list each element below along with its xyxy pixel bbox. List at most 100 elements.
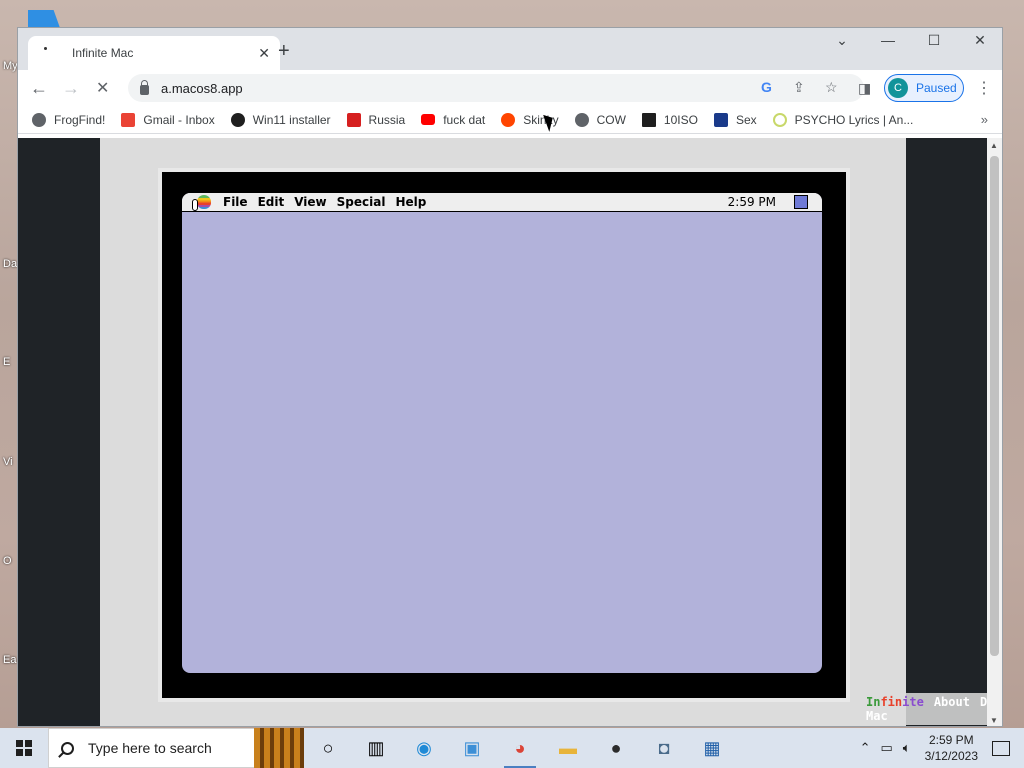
new-tab-button[interactable]: + — [278, 40, 290, 63]
tab-search-dropdown-icon[interactable]: ⌄ — [819, 32, 865, 49]
taskbar-clock[interactable]: 2:59 PM 3/12/2023 — [925, 732, 978, 764]
scrollbar-thumb[interactable] — [990, 156, 999, 656]
bookmark-psycho-lyrics[interactable]: PSYCHO Lyrics | An... — [772, 112, 914, 127]
bookmark-star-icon[interactable]: ☆ — [825, 79, 838, 96]
bookmark-label: 10ISO — [663, 112, 698, 127]
desktop-icon-label[interactable]: Vi — [3, 456, 13, 468]
desktop-folder-icon[interactable] — [28, 10, 60, 28]
start-button[interactable] — [0, 728, 48, 768]
building-icon — [641, 112, 656, 127]
search-icon — [61, 741, 74, 755]
photos-icon[interactable]: ▣ — [448, 728, 496, 768]
mac-menu-file[interactable]: File — [223, 195, 248, 209]
emulator-page: File Edit View Special Help 2:59 PM Infi… — [100, 138, 1002, 726]
clock-date: 3/12/2023 — [924, 749, 978, 763]
page-footer: Infinite Mac About Donate — [860, 693, 1002, 725]
gmail-icon — [121, 112, 136, 127]
mac-menu-help[interactable]: Help — [395, 195, 426, 209]
globe-icon — [32, 112, 46, 127]
desktop-icon-column: My Da E Vi O Ea — [0, 0, 18, 730]
taskbar-search[interactable]: Type here to search — [48, 728, 258, 768]
search-placeholder: Type here to search — [88, 740, 212, 756]
taskbar: Type here to search ○ ▥ ◉ ▣ ◕ ▬ ● ◘ ▦ ⌃ … — [0, 728, 1024, 768]
infinite-mac-logo[interactable]: Infinite Mac — [866, 695, 924, 723]
desktop-icon-label[interactable]: O — [3, 555, 12, 567]
scroll-down-arrow-icon[interactable]: ▼ — [990, 716, 998, 725]
volume-icon[interactable]: 🔈︎ — [903, 740, 911, 756]
side-panel-icon[interactable]: ◨ — [858, 80, 871, 97]
bookmark-frogfind[interactable]: FrogFind! — [32, 112, 105, 127]
mac-cursor-icon — [192, 199, 198, 211]
desktop-icon-label[interactable]: Da — [3, 258, 17, 270]
bookmark-win11-installer[interactable]: Win11 installer — [230, 112, 331, 127]
browser-window: Infinite Mac ✕ + ⌄ — ☐ ✕ ← → ✕ a.macos8.… — [17, 27, 1003, 727]
back-button[interactable]: ← — [30, 78, 48, 99]
file-explorer-icon[interactable]: ▬ — [544, 728, 592, 768]
stop-loading-button[interactable]: ✕ — [96, 78, 109, 98]
logo-segment: Mac — [866, 709, 888, 723]
bookmark-label: Sex — [735, 112, 757, 127]
bookmark-label: fuck dat — [443, 112, 486, 127]
camera-icon[interactable]: ◘ — [640, 728, 688, 768]
logo-segment: ite — [902, 695, 924, 709]
bookmark-cow[interactable]: COW — [574, 112, 626, 127]
calculator-icon[interactable]: ▦ — [688, 728, 736, 768]
bookmark-10iso[interactable]: 10ISO — [641, 112, 698, 127]
mac-menu-edit[interactable]: Edit — [258, 195, 285, 209]
address-bar[interactable]: a.macos8.app G ⇪ ☆ — [128, 74, 864, 102]
desktop-icon-label[interactable]: Ea — [3, 654, 16, 666]
desktop-icon-label[interactable]: E — [3, 356, 10, 368]
youtube-icon — [421, 114, 436, 125]
close-window-button[interactable]: ✕ — [957, 32, 1002, 49]
google-lens-icon[interactable]: G — [761, 79, 772, 95]
bookmark-fuck-dat[interactable]: fuck dat — [421, 113, 485, 127]
search-highlight-icon[interactable] — [254, 728, 304, 768]
forward-button[interactable]: → — [62, 78, 80, 99]
finder-icon[interactable] — [794, 195, 808, 209]
mac-emulator-screen[interactable]: File Edit View Special Help 2:59 PM — [182, 193, 822, 673]
bookmark-gmail[interactable]: Gmail - Inbox — [121, 112, 215, 127]
bookmark-label: PSYCHO Lyrics | An... — [794, 112, 914, 127]
chrome-icon[interactable]: ◕ — [496, 728, 544, 768]
more-bookmarks-icon[interactable]: » — [981, 112, 988, 127]
s-logo-icon — [713, 112, 728, 127]
scroll-up-arrow-icon[interactable]: ▲ — [990, 141, 998, 150]
desktop-icon-label[interactable]: My — [3, 60, 18, 72]
browser-toolbar: ← → ✕ a.macos8.app G ⇪ ☆ ◨ C Paused ⋮ — [18, 70, 1002, 106]
page-scrollbar[interactable]: ▲ ▼ — [987, 138, 1002, 726]
about-link[interactable]: About — [934, 695, 970, 723]
system-tray: ⌃ ▭ 🔈︎ 2:59 PM 3/12/2023 — [860, 728, 1024, 768]
edge-icon[interactable]: ◉ — [400, 728, 448, 768]
show-hidden-icons-icon[interactable]: ⌃ — [860, 740, 871, 756]
windows-logo-icon — [16, 740, 32, 756]
bookmark-russia[interactable]: Russia — [346, 112, 406, 127]
mac-menu-special[interactable]: Special — [337, 195, 386, 209]
bookmark-sex[interactable]: Sex — [713, 112, 757, 127]
bookmark-label: Russia — [368, 112, 406, 127]
network-icon[interactable]: ▭ — [881, 740, 893, 756]
lock-icon[interactable] — [140, 79, 149, 95]
mac-menu-view[interactable]: View — [294, 195, 326, 209]
bookmark-label: Win11 installer — [252, 112, 331, 127]
url-text[interactable]: a.macos8.app — [161, 81, 243, 96]
logo-segment: fin — [880, 695, 903, 709]
mac-clock: 2:59 PM — [727, 195, 776, 209]
logo-segment: In — [866, 695, 881, 709]
page-content: File Edit View Special Help 2:59 PM Infi… — [18, 138, 1002, 726]
profile-status: Paused — [916, 81, 957, 95]
tab-title: Infinite Mac — [72, 46, 134, 60]
minimize-button[interactable]: — — [865, 32, 911, 48]
notification-center-icon[interactable] — [992, 740, 1010, 756]
profile-button[interactable]: C Paused — [884, 74, 964, 102]
obs-icon[interactable]: ● — [592, 728, 640, 768]
apple-menu-icon[interactable] — [197, 195, 211, 209]
share-icon[interactable]: ⇪ — [793, 79, 805, 96]
maximize-button[interactable]: ☐ — [911, 32, 957, 49]
tab-infinite-mac[interactable]: Infinite Mac ✕ — [28, 36, 280, 70]
close-tab-icon[interactable]: ✕ — [258, 45, 270, 62]
loading-icon — [38, 46, 52, 60]
browser-menu-icon[interactable]: ⋮ — [976, 78, 992, 98]
task-view-icon[interactable]: ▥ — [352, 728, 400, 768]
emulator-bezel: File Edit View Special Help 2:59 PM — [162, 172, 846, 698]
cortana-icon[interactable]: ○ — [304, 728, 352, 768]
